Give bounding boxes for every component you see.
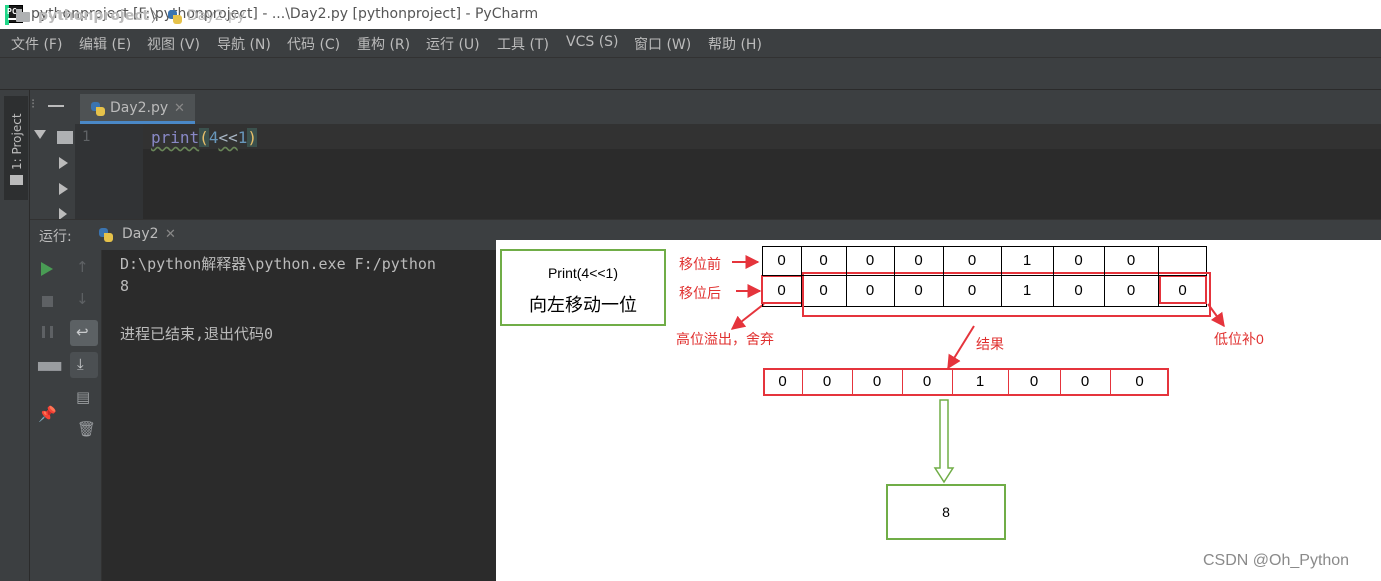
bit-before-cell: 0 — [1074, 252, 1083, 269]
bit-result-cell: 1 — [975, 373, 985, 390]
bit-after-cell: 0 — [967, 282, 977, 299]
run-console[interactable] — [103, 250, 496, 581]
settings-icon[interactable]: ⁝ — [31, 97, 35, 112]
navigation-bar — [0, 57, 1381, 90]
code-paren-open: ( — [199, 128, 209, 147]
bit-result-cell: 0 — [1080, 373, 1090, 390]
project-panel — [30, 90, 75, 220]
bit-before-cell: 0 — [1126, 252, 1136, 269]
close-icon[interactable]: ✕ — [174, 101, 185, 116]
python-file-icon — [98, 227, 114, 243]
menu-file[interactable]: 文件 (F) — [11, 34, 62, 54]
bit-before-cell — [1158, 247, 1207, 275]
menu-code[interactable]: 代码 (C) — [287, 34, 340, 54]
menu-run[interactable]: 运行 (U) — [426, 34, 480, 54]
arrow-result — [947, 325, 975, 370]
line-number: 1 — [82, 129, 91, 145]
bit-after-cell: 0 — [1178, 282, 1187, 299]
run-tab-label[interactable]: Day2 — [122, 226, 159, 242]
pin-icon[interactable]: 📌 — [38, 405, 57, 423]
bit-result-cell: 0 — [1029, 373, 1039, 390]
pause-icon[interactable] — [42, 326, 53, 338]
menu-refactor[interactable]: 重构 (R) — [357, 34, 410, 54]
arrow-up-icon[interactable]: ↑ — [76, 258, 89, 276]
bit-before-cell: 0 — [914, 252, 923, 269]
minimize-icon[interactable] — [48, 105, 64, 107]
bit-after-cell: 0 — [1074, 282, 1083, 299]
breadcrumb-separator: 〉 — [151, 10, 165, 26]
tree-expand-arrow-icon[interactable] — [59, 157, 68, 169]
console-command-line: D:\python解释器\python.exe F:/python — [120, 255, 436, 273]
run-panel-label: 运行: — [39, 229, 72, 245]
code-paren-close: ) — [247, 128, 257, 147]
rerun-icon[interactable] — [41, 262, 53, 276]
watermark: CSDN @Oh_Python — [1203, 552, 1350, 569]
bit-shift-diagram: Print(4<<1) 向左移动一位 移位前 移位后 高位溢出，舍弃 结果 低位… — [496, 240, 1381, 581]
menu-navigate[interactable]: 导航 (N) — [217, 34, 271, 54]
bit-before-cell: 0 — [967, 252, 977, 269]
bit-result-cell: 0 — [872, 373, 882, 390]
tree-collapse-arrow-icon[interactable] — [34, 130, 46, 139]
bit-before-cell: 1 — [1022, 252, 1032, 269]
menu-view[interactable]: 视图 (V) — [147, 34, 200, 54]
project-tool-tab-label: 1: Project — [10, 113, 24, 170]
label-result: 结果 — [976, 336, 1004, 352]
menu-bar: 文件 (F) 编辑 (E) 视图 (V) 导航 (N) 代码 (C) 重构 (R… — [0, 29, 1381, 57]
bit-result-cell: 0 — [922, 373, 932, 390]
editor-tab-bar — [75, 90, 1381, 124]
print-icon[interactable]: ▤ — [76, 388, 90, 406]
layout-icon[interactable]: ▀▀ — [38, 362, 61, 380]
label-before-shift: 移位前 — [679, 256, 721, 272]
folder-icon — [57, 131, 73, 144]
bit-after-cell: 0 — [1126, 282, 1136, 299]
bit-result-cell: 0 — [1135, 373, 1144, 390]
bit-after-cell: 0 — [865, 282, 875, 299]
code-function: print — [151, 128, 200, 147]
code-operator: << — [218, 128, 238, 147]
breadcrumb-project[interactable]: pythonproject — [38, 8, 149, 24]
stop-icon[interactable] — [42, 296, 53, 307]
menu-tools[interactable]: 工具 (T) — [497, 34, 549, 54]
label-overflow: 高位溢出，舍弃 — [676, 331, 774, 347]
arrow-overflow — [730, 303, 765, 330]
python-file-icon — [90, 101, 106, 117]
bit-before-cell: 0 — [777, 252, 786, 269]
menu-window[interactable]: 窗口 (W) — [634, 34, 691, 54]
down-arrow — [933, 399, 955, 484]
bit-after-cell: 0 — [914, 282, 923, 299]
scroll-to-end-icon: ⤓ — [77, 355, 84, 373]
arrow-down-icon[interactable]: ↓ — [76, 290, 89, 308]
breadcrumb-file[interactable]: Day2.py — [187, 8, 245, 24]
menu-vcs[interactable]: VCS (S) — [566, 34, 619, 50]
folder-icon — [16, 9, 30, 22]
bit-result-cell: 0 — [778, 373, 787, 390]
label-after-shift: 移位后 — [679, 285, 721, 301]
trash-icon[interactable]: 🗑 — [77, 420, 96, 438]
code-number: 1 — [237, 128, 248, 147]
bit-result-cell: 0 — [822, 373, 832, 390]
folder-icon — [10, 175, 23, 185]
label-pad-zero: 低位补0 — [1214, 331, 1264, 347]
current-line-highlight — [143, 124, 1381, 149]
close-icon[interactable]: ✕ — [165, 227, 176, 242]
code-number: 4 — [208, 128, 219, 147]
code-line[interactable]: print(4<<1) — [151, 128, 257, 147]
bit-before-cell: 0 — [865, 252, 875, 269]
result-box: 8 — [886, 484, 1006, 540]
bit-before-cell: 0 — [819, 252, 828, 269]
tree-expand-arrow-icon[interactable] — [59, 183, 68, 195]
editor-tab-label: Day2.py — [110, 100, 169, 116]
python-file-icon — [167, 9, 183, 25]
menu-help[interactable]: 帮助 (H) — [708, 34, 762, 54]
bit-after-cell: 0 — [777, 282, 786, 299]
menu-edit[interactable]: 编辑 (E) — [79, 34, 131, 54]
soft-wrap-icon: ↩ — [76, 323, 89, 341]
bit-after-cell: 1 — [1022, 282, 1032, 299]
bit-after-cell: 0 — [819, 282, 828, 299]
scroll-to-end-button[interactable] — [70, 352, 98, 378]
console-exit-line: 进程已结束,退出代码0 — [120, 325, 274, 343]
result-value: 8 — [942, 504, 950, 520]
console-output-line: 8 — [120, 277, 130, 295]
